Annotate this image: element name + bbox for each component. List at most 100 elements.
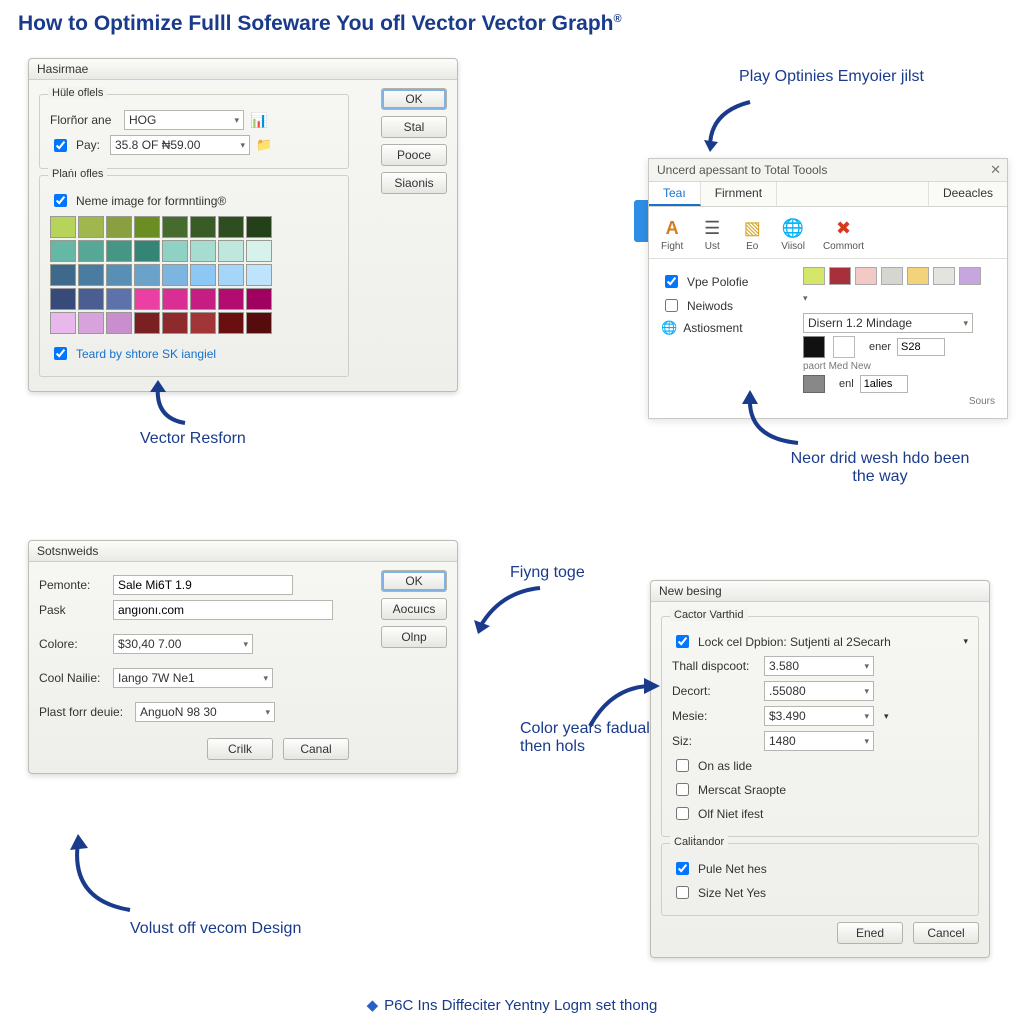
chevron-down-icon[interactable]: ▾ [963,636,968,647]
colore-combo[interactable]: $30,40 7.00 [113,634,253,654]
ok-button[interactable]: OK [381,88,447,110]
ribbon-eo[interactable]: ▧Eo [741,217,763,252]
aocuics-button[interactable]: Aocuıcs [381,598,447,620]
palette-swatch[interactable] [106,240,132,262]
onaslide-checkbox[interactable] [676,759,689,772]
ribbon-viisol[interactable]: 🌐Viisol [781,217,805,252]
mini-swatch[interactable] [855,267,877,285]
palette-swatch[interactable] [162,288,188,310]
palette-swatch[interactable] [162,240,188,262]
mini-swatch[interactable] [829,267,851,285]
canal-button[interactable]: Canal [283,738,349,760]
mini-swatch[interactable] [933,267,955,285]
thall-combo[interactable]: 3.580 [764,656,874,676]
white-swatch[interactable] [833,336,855,358]
merscat-checkbox[interactable] [676,783,689,796]
cool-combo[interactable]: Iango 7W Ne1 [113,668,273,688]
pemonte-input[interactable] [113,575,293,595]
palette-swatch[interactable] [218,312,244,334]
palette-swatch[interactable] [78,288,104,310]
pay-checkbox[interactable] [54,139,67,152]
teard-link[interactable]: Teard by shtore SK iangiel [76,347,216,361]
pooce-button[interactable]: Pooce [381,144,447,166]
ok-button-3[interactable]: OK [381,570,447,592]
palette-swatch[interactable] [50,312,76,334]
palette-swatch[interactable] [134,240,160,262]
stal-button[interactable]: Stal [381,116,447,138]
palette-swatch[interactable] [50,288,76,310]
ribbon-ust[interactable]: ☰Ust [701,217,723,252]
palette-swatch[interactable] [246,216,272,238]
plast-combo[interactable]: AnguoN 98 30 [135,702,275,722]
teard-checkbox[interactable] [54,347,67,360]
disern-combo[interactable]: Disern 1.2 Mindage [803,313,973,333]
chart-icon[interactable]: 📊 [250,112,267,129]
palette-swatch[interactable] [190,216,216,238]
pay-combo[interactable]: 35.8 OF ₦59.00 [110,135,250,155]
mini-swatch[interactable] [959,267,981,285]
palette-swatch[interactable] [134,312,160,334]
palette-swatch[interactable] [218,240,244,262]
palette-swatch[interactable] [190,312,216,334]
tab-firnment[interactable]: Firnment [701,182,777,206]
mini-swatch[interactable] [803,267,825,285]
olfniet-checkbox[interactable] [676,807,689,820]
palette-swatch[interactable] [190,264,216,286]
sitonis-button[interactable]: Siaonis [381,172,447,194]
mini-swatch[interactable] [907,267,929,285]
palette-swatch[interactable] [162,312,188,334]
palette-swatch[interactable] [50,240,76,262]
palette-swatch[interactable] [106,288,132,310]
lockcel-checkbox[interactable] [676,635,689,648]
palette-swatch[interactable] [162,216,188,238]
chevron-down-icon[interactable]: ▾ [803,289,815,307]
palette-swatch[interactable] [246,312,272,334]
size-combo[interactable]: 1480 [764,731,874,751]
ribbon-commort[interactable]: ✖Commort [823,217,864,252]
palette-swatch[interactable] [246,288,272,310]
palette-swatch[interactable] [106,216,132,238]
palette-swatch[interactable] [78,312,104,334]
palette-swatch[interactable] [246,240,272,262]
palette-swatch[interactable] [218,288,244,310]
folder-icon[interactable]: 📁 [256,137,272,153]
palette-swatch[interactable] [162,264,188,286]
neme-checkbox[interactable] [54,194,67,207]
palette-swatch[interactable] [218,264,244,286]
palette-swatch[interactable] [78,240,104,262]
palette-swatch[interactable] [134,264,160,286]
palette-swatch[interactable] [106,312,132,334]
floron-combo[interactable]: HOG [124,110,244,130]
palette-swatch[interactable] [50,264,76,286]
palette-swatch[interactable] [50,216,76,238]
pulenet-checkbox[interactable] [676,862,689,875]
sizenet-checkbox[interactable] [676,886,689,899]
palette-swatch[interactable] [78,216,104,238]
mesie-combo[interactable]: $3.490 [764,706,874,726]
tab-deeacles[interactable]: Deeacles [928,182,1007,206]
chevron-down-icon-2[interactable]: ▾ [884,711,889,722]
palette-swatch[interactable] [218,216,244,238]
mini-swatch[interactable] [881,267,903,285]
pask-input[interactable] [113,600,333,620]
mini-swatches[interactable]: ▾ [803,267,995,307]
palette-swatch[interactable] [246,264,272,286]
ened-button[interactable]: Ened [837,922,903,944]
ribbon-fight[interactable]: AFight [661,217,683,252]
enl-input[interactable] [860,375,908,393]
neiwods-checkbox[interactable] [665,299,678,312]
ener-input[interactable] [897,338,945,356]
olnp-button[interactable]: Olnp [381,626,447,648]
close-icon[interactable]: ✕ [990,162,1001,178]
tab-teai[interactable]: Teaı [649,182,701,206]
decort-combo[interactable]: .55080 [764,681,874,701]
palette-swatch[interactable] [190,240,216,262]
palette-swatch[interactable] [134,288,160,310]
palette-swatch[interactable] [78,264,104,286]
side-tab[interactable] [634,200,648,242]
crilk-button[interactable]: Crilk [207,738,273,760]
vpe-checkbox[interactable] [665,275,678,288]
palette-swatch[interactable] [190,288,216,310]
palette-swatch[interactable] [106,264,132,286]
palette-swatch[interactable] [134,216,160,238]
